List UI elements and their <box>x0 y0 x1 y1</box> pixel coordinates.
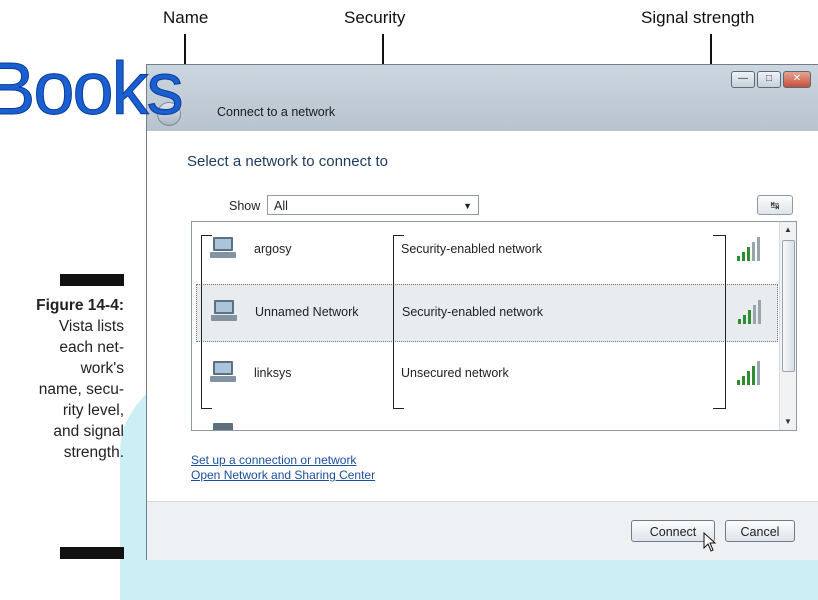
name-bracket <box>201 235 212 409</box>
setup-connection-link[interactable]: Set up a connection or network <box>191 453 356 467</box>
scroll-up-icon[interactable]: ▲ <box>780 222 796 238</box>
show-filter-value: All <box>274 199 288 213</box>
caption-line: rity level, <box>62 402 124 419</box>
network-name: linksys <box>254 366 292 380</box>
scroll-down-icon[interactable]: ▼ <box>780 414 796 430</box>
minimize-button[interactable]: — <box>731 71 755 88</box>
network-security: Unsecured network <box>401 366 509 380</box>
refresh-icon[interactable]: ↹ <box>757 195 793 215</box>
caption-rule-bottom <box>60 547 124 559</box>
title-bar: — □ ✕ Connect to a network <box>147 65 818 131</box>
network-computer-icon <box>211 300 237 321</box>
network-computer-icon <box>213 423 233 430</box>
network-sharing-center-link[interactable]: Open Network and Sharing Center <box>191 468 375 482</box>
callout-name: Name <box>163 8 209 27</box>
window-controls: — □ ✕ <box>731 71 811 88</box>
network-list: argosy Security-enabled network Unnamed … <box>191 221 797 431</box>
signal-bars-icon <box>737 361 760 385</box>
show-label: Show <box>229 199 261 213</box>
network-row-selected[interactable]: Unnamed Network Security-enabled network <box>196 284 778 342</box>
close-button[interactable]: ✕ <box>783 71 811 88</box>
network-row[interactable]: linksys Unsecured network <box>196 346 778 404</box>
callout-security: Security <box>344 8 406 27</box>
caption-line: Vista lists <box>58 318 124 335</box>
caption-line: name, secu- <box>38 381 124 398</box>
chevron-down-icon: ▼ <box>463 201 472 211</box>
network-row[interactable]: argosy Security-enabled network <box>196 222 778 280</box>
network-computer-icon <box>210 237 236 258</box>
network-computer-icon <box>210 361 236 382</box>
callout-signal-strength: Signal strength <box>641 8 755 27</box>
connect-dialog: — □ ✕ Connect to a network Select a netw… <box>146 64 818 560</box>
caption-line: and signal <box>53 423 124 440</box>
dialog-footer: Connect Cancel <box>147 501 818 560</box>
network-name: argosy <box>254 242 292 256</box>
caption-line: each net- <box>59 339 124 356</box>
dialog-content: Select a network to connect to Show All … <box>147 131 818 560</box>
signal-bracket <box>713 235 726 409</box>
window-title: Connect to a network <box>217 105 336 119</box>
signal-bars-icon <box>737 237 760 261</box>
network-security: Security-enabled network <box>401 242 543 256</box>
cancel-button[interactable]: Cancel <box>725 520 795 542</box>
caption-rule-top <box>60 274 124 286</box>
network-security: Security-enabled network <box>402 305 544 319</box>
maximize-button[interactable]: □ <box>757 71 781 88</box>
mouse-pointer-icon <box>703 532 717 552</box>
figure-number: Figure 14-4 <box>36 297 119 314</box>
figure-caption: Figure 14-4: Vista lists each net- work'… <box>36 297 124 461</box>
security-bracket <box>393 235 404 409</box>
network-row-partial[interactable] <box>196 408 778 430</box>
network-name: Unnamed Network <box>255 305 359 319</box>
caption-line: work's <box>80 360 124 377</box>
show-filter-dropdown[interactable]: All ▼ <box>267 195 479 215</box>
page-heading: Select a network to connect to <box>187 153 388 170</box>
scroll-thumb[interactable] <box>782 240 795 372</box>
back-arrow-icon[interactable] <box>157 102 181 126</box>
list-scrollbar[interactable]: ▲ ▼ <box>779 222 796 430</box>
signal-bars-icon <box>738 300 761 324</box>
caption-line: strength. <box>63 444 124 461</box>
